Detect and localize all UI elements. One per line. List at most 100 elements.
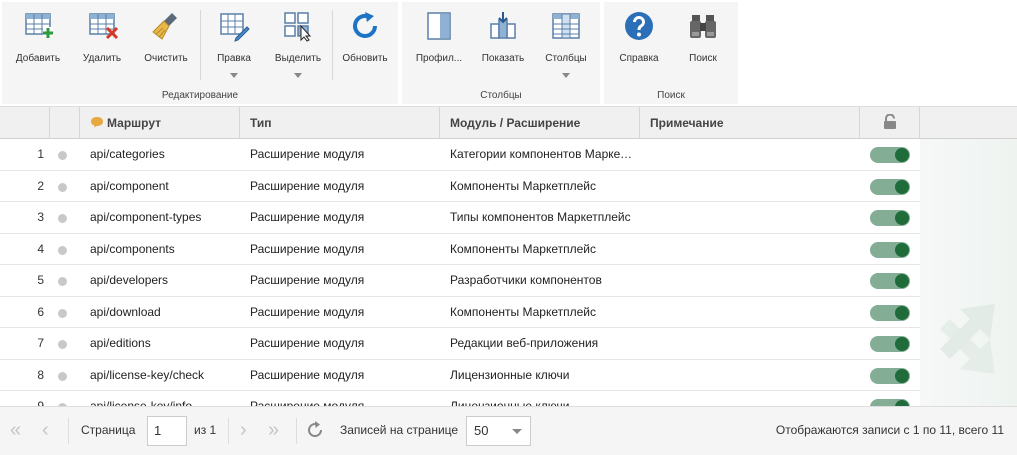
per-page-select[interactable]: 50 — [466, 416, 531, 446]
table-row[interactable]: 4 api/components Расширение модуля Компонен… — [0, 233, 920, 265]
edit-button-label: Правка — [217, 53, 251, 64]
enabled-toggle[interactable] — [870, 273, 910, 289]
module-cell: Типы компонентов Маркетплейс — [450, 210, 631, 224]
row-number: 1 — [37, 147, 44, 161]
row-number: 8 — [37, 367, 44, 382]
edit-grid-icon — [220, 13, 250, 42]
next-page-icon[interactable]: › — [240, 420, 247, 440]
row-status-dot — [58, 340, 67, 349]
type-cell: Расширение модуля — [250, 210, 365, 224]
row-status-dot — [58, 151, 67, 160]
delete-row-icon — [89, 13, 118, 40]
page-label: Страница — [81, 423, 136, 437]
route-cell: api/categories — [90, 147, 165, 161]
refresh-button-label: Обновить — [342, 53, 388, 64]
row-status-dot — [58, 245, 67, 255]
refresh-page-icon[interactable] — [306, 421, 324, 442]
help-button-label: Справка — [619, 53, 659, 64]
broom-icon — [152, 13, 177, 40]
enabled-toggle[interactable] — [870, 210, 910, 226]
show-columns-icon — [490, 12, 516, 39]
note-cell — [640, 234, 860, 265]
prev-page-icon[interactable]: ‹ — [42, 420, 49, 440]
row-number: 4 — [37, 241, 44, 256]
module-cell: Разработчики компонентов — [450, 273, 602, 287]
select-dropdown-arrow[interactable] — [294, 73, 302, 78]
table-row[interactable]: 2 api/component Расширение модуля Компонент… — [0, 170, 920, 202]
module-cell: Категории компонентов Маркетплейс — [450, 147, 632, 161]
enabled-toggle[interactable] — [870, 147, 910, 163]
columns-icon — [552, 13, 580, 39]
toggle-knob — [895, 368, 909, 383]
type-cell: Расширение модуля — [250, 304, 365, 319]
note-cell — [640, 391, 860, 406]
first-page-icon[interactable]: « — [10, 420, 21, 440]
header-route[interactable]: Маршрут — [80, 107, 240, 139]
row-status-dot — [58, 308, 67, 318]
route-cell: api/developers — [90, 273, 169, 287]
enabled-toggle[interactable] — [870, 367, 910, 384]
note-cell — [640, 265, 860, 296]
header-type[interactable]: Тип — [240, 107, 440, 139]
decorative-background — [920, 139, 1017, 406]
enabled-toggle[interactable] — [870, 241, 910, 258]
enabled-toggle[interactable] — [870, 336, 910, 352]
select-button[interactable]: Выделить — [266, 6, 330, 82]
last-page-icon[interactable]: » — [268, 420, 279, 440]
edit-button[interactable]: Правка — [204, 6, 264, 82]
table-row[interactable]: 5 api/developers Расширение модуля Разработ… — [0, 265, 920, 297]
pager-separator — [296, 418, 297, 444]
edit-dropdown-arrow[interactable] — [230, 73, 238, 78]
enabled-toggle[interactable] — [870, 399, 910, 406]
row-number: 6 — [37, 304, 44, 319]
note-cell — [640, 328, 860, 359]
data-grid: Маршрут Тип Модуль / Расширение Примечан… — [0, 106, 1017, 406]
profiles-button[interactable]: Профил... — [408, 6, 470, 82]
route-cell: api/component-types — [90, 210, 202, 224]
header-module[interactable]: Модуль / Расширение — [440, 107, 640, 139]
ribbon-separator — [200, 10, 201, 80]
table-row[interactable]: 9 api/license-key/info Расширение модуля Ли… — [0, 391, 920, 406]
header-note[interactable]: Примечание — [640, 107, 860, 139]
add-button[interactable]: Добавить — [8, 6, 68, 82]
app-root: Добавить Удалить Очистить Правка Выделит… — [0, 0, 1017, 455]
columns-button[interactable]: Столбцы — [536, 6, 596, 82]
search-button-label: Поиск — [689, 53, 717, 64]
page-number-input[interactable]: 1 — [147, 416, 187, 446]
search-button[interactable]: Поиск — [672, 6, 734, 82]
type-cell: Расширение модуля — [250, 273, 365, 287]
note-cell — [640, 171, 860, 202]
type-cell: Расширение модуля — [250, 147, 365, 161]
help-button[interactable]: Справка — [608, 6, 670, 82]
columns-dropdown-arrow[interactable] — [562, 73, 570, 78]
type-cell: Расширение модуля — [250, 336, 365, 350]
table-row[interactable]: 7 api/editions Расширение модуля Редакции в… — [0, 328, 920, 360]
table-row[interactable]: 1 api/categories Расширение модуля Категори… — [0, 139, 920, 171]
type-cell: Расширение модуля — [250, 178, 365, 193]
delete-button[interactable]: Удалить — [72, 6, 132, 82]
toggle-knob — [895, 211, 909, 225]
header-status — [50, 107, 80, 139]
type-cell: Расширение модуля — [250, 241, 365, 256]
table-row[interactable]: 6 api/download Расширение модуля Компоненты… — [0, 296, 920, 328]
header-lock[interactable] — [860, 107, 920, 139]
ribbon-separator — [332, 10, 333, 80]
select-cursor-icon — [284, 12, 312, 42]
enabled-toggle[interactable] — [870, 304, 910, 321]
profiles-button-label: Профил... — [415, 53, 463, 64]
table-row[interactable]: 3 api/component-types Расширение модуля Тип… — [0, 202, 920, 234]
show-button[interactable]: Показать — [472, 6, 534, 82]
route-cell: api/download — [90, 304, 161, 319]
enabled-toggle[interactable] — [870, 178, 910, 195]
refresh-button[interactable]: Обновить — [334, 6, 396, 82]
chevron-down-icon — [512, 429, 522, 434]
toggle-knob — [895, 179, 909, 194]
module-cell: Компоненты Маркетплейс — [450, 241, 596, 256]
pager-footer: « ‹ Страница 1 из 1 › » Записей на стран… — [0, 406, 1017, 455]
module-cell: Редакции веб-приложения — [450, 336, 599, 350]
row-status-dot — [58, 214, 67, 223]
module-cell: Компоненты Маркетплейс — [450, 178, 596, 193]
table-row[interactable]: 8 api/license-key/check Расширение модуля Л… — [0, 359, 920, 391]
refresh-icon — [353, 12, 377, 38]
clear-button[interactable]: Очистить — [136, 6, 196, 82]
